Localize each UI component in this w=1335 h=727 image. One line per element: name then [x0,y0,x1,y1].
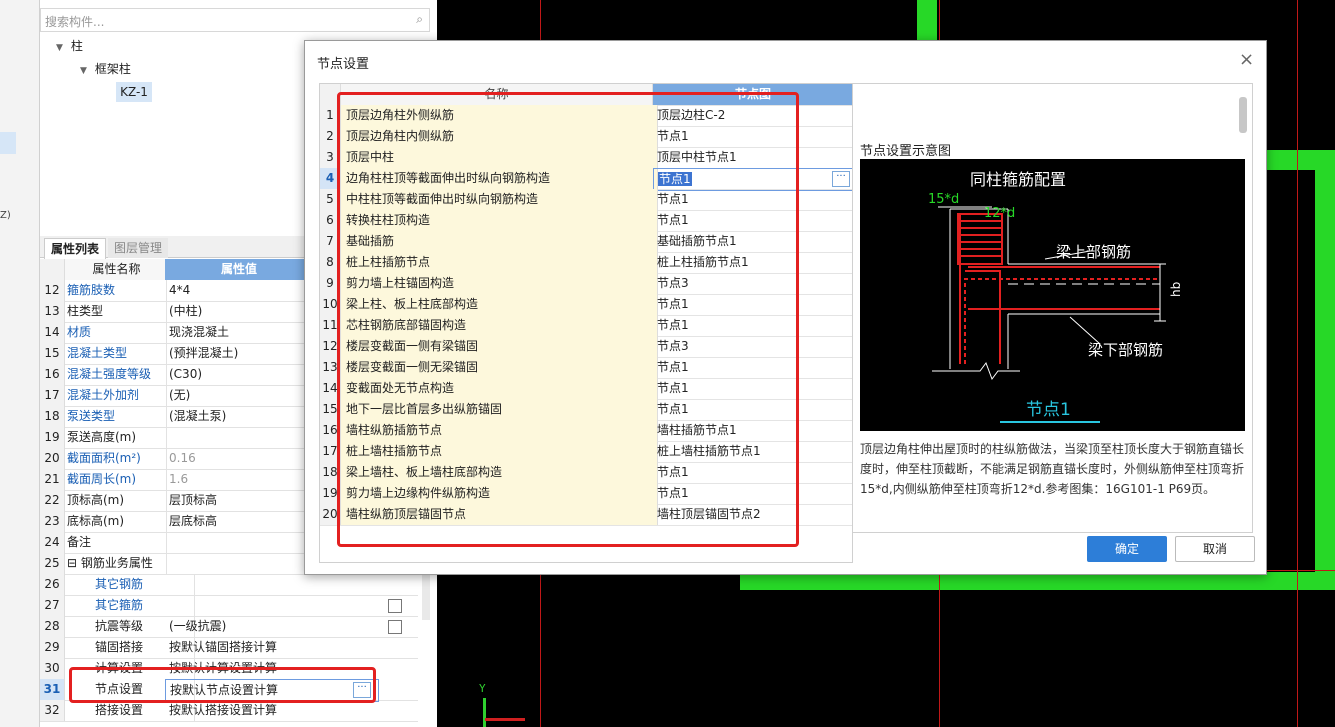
strip-selected-item[interactable] [0,132,16,154]
property-name: 截面面积(m²) [65,448,167,469]
length-12d-label: 12*d [984,206,1015,221]
row-number: 18 [40,406,65,427]
row-number: 32 [40,700,65,721]
row-number: 26 [40,574,65,595]
row-number: 21 [40,469,65,490]
row-number: 31 [40,679,65,700]
row-number: 19 [40,427,65,448]
row-number: 22 [40,490,65,511]
row-number: 13 [40,301,65,322]
property-value[interactable] [165,595,379,616]
property-row[interactable]: 26 其它钢筋 [40,574,418,596]
property-name: 混凝土强度等级 [65,364,167,385]
expand-arrow-icon[interactable]: ▼ [56,43,63,53]
expand-arrow-icon[interactable]: ▼ [80,66,87,76]
property-name: 截面周长(m) [65,469,167,490]
diagram-description: 顶层边角柱伸出屋顶时的柱纵筋做法，当梁顶至柱顶长度大于钢筋直锚长度时，伸至柱顶截… [860,442,1245,496]
diagram-caption: 节点1 [1026,400,1071,420]
property-name: 底标高(m) [65,511,167,532]
top-bar-label: 梁上部钢筋 [1056,243,1131,261]
row-number: 16 [40,364,65,385]
row-number: 15 [40,343,65,364]
bottom-bar-label: 梁下部钢筋 [1088,341,1163,359]
property-value[interactable] [165,574,379,595]
length-15d-label: 15*d [928,192,959,207]
row-number: 24 [40,532,65,553]
property-value[interactable]: 按默认搭接设置计算 [165,700,379,721]
ok-button[interactable]: 确定 [1087,536,1167,562]
property-name: 泵送类型 [65,406,167,427]
tree-node-frame-column[interactable]: ▼ 框架柱 [80,60,131,77]
property-name: 顶标高(m) [65,490,167,511]
left-toolbar-strip: Z) [0,0,40,727]
hoop-label: 同柱箍筋配置 [970,170,1066,189]
component-search[interactable]: 搜索构件... ⌕ [40,8,430,32]
property-value[interactable]: (一级抗震) [165,616,379,637]
row-number: 28 [40,616,65,637]
property-value[interactable]: 按默认锚固搭接计算 [165,637,379,658]
row-number: 23 [40,511,65,532]
tree-leaf-kz1[interactable]: KZ-1 [116,82,152,102]
row-number: 20 [40,448,65,469]
property-name: ⊟ 钢筋业务属性 [65,553,167,574]
diagram-title: 节点设置示意图 [860,144,952,159]
row-number: 17 [40,385,65,406]
close-icon[interactable]: × [1239,49,1254,70]
property-name: 泵送高度(m) [65,427,167,448]
row-number: 12 [40,280,65,301]
row-number: 30 [40,658,65,679]
checkbox[interactable] [388,620,402,634]
checkbox[interactable] [388,599,402,613]
tab-layer-management[interactable]: 图层管理 [108,238,169,258]
strip-marker: Z) [0,210,11,221]
property-row[interactable]: 28 抗震等级 (一级抗震) [40,616,418,638]
property-name: 箍筋肢数 [65,280,167,301]
search-input[interactable]: 搜索构件... [45,13,104,30]
property-name: 备注 [65,532,167,553]
axis-line [1297,0,1298,727]
x-axis-indicator [485,718,525,721]
tree-node-column[interactable]: ▼ 柱 [56,37,83,54]
row-number-header [40,259,65,280]
property-name: 混凝土类型 [65,343,167,364]
dialog-title: 节点设置 [317,57,370,72]
property-row[interactable]: 29 锚固搭接 按默认锚固搭接计算 [40,637,418,659]
node-diagram: 同柱箍筋配置 15*d 12*d 梁上部钢筋 梁下部钢筋 hb 节点1 [860,159,1245,431]
wall-green [917,0,937,10]
row-number: 14 [40,322,65,343]
wall-green [1315,150,1335,590]
property-row[interactable]: 32 搭接设置 按默认搭接设置计算 [40,700,418,722]
header-value: 属性值 [165,259,309,280]
ellipsis-icon[interactable]: ··· [832,171,850,187]
highlight-node-setting-row [69,667,376,703]
cancel-button[interactable]: 取消 [1175,536,1255,562]
node-diagram-svg: 同柱箍筋配置 15*d 12*d 梁上部钢筋 梁下部钢筋 hb 节点1 [928,170,1183,423]
row-number: 29 [40,637,65,658]
y-axis-label: Y [479,682,486,695]
axis-line [1265,570,1335,571]
search-icon[interactable]: ⌕ [416,12,423,27]
highlight-node-names [337,92,799,547]
header-name: 属性名称 [65,259,167,280]
row-number: 25 [40,553,65,574]
property-name: 混凝土外加剂 [65,385,167,406]
property-name: 柱类型 [65,301,167,322]
tab-property-list[interactable]: 属性列表 [44,238,107,259]
hb-label: hb [1169,282,1183,297]
property-row[interactable]: 27 其它箍筋 [40,595,418,617]
row-number: 27 [40,595,65,616]
property-name: 材质 [65,322,167,343]
diagram-scrollbar[interactable] [1239,97,1247,133]
